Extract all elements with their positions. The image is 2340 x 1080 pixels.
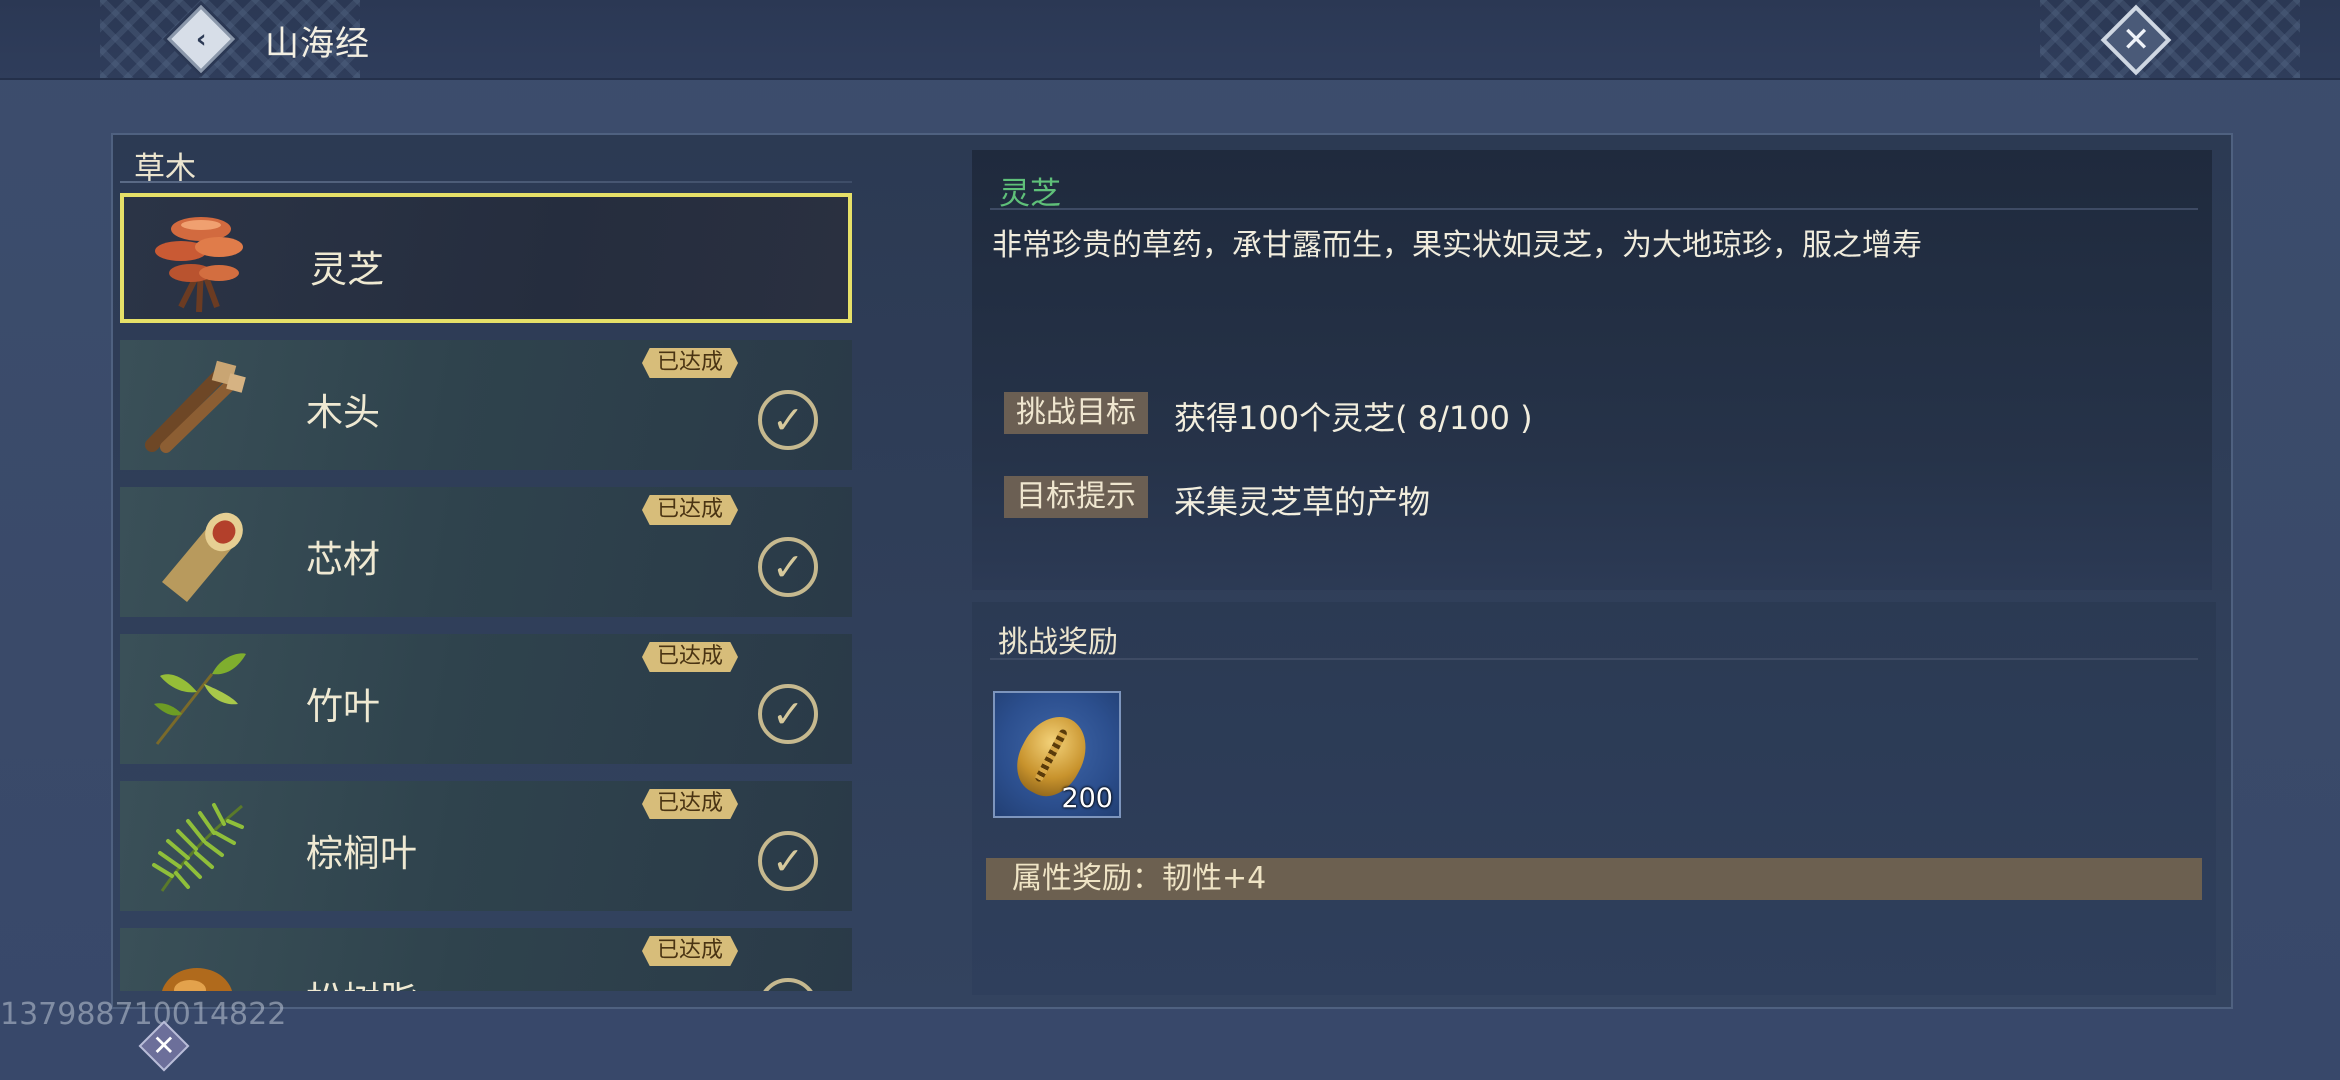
reward-panel bbox=[972, 602, 2216, 995]
pine-resin-icon bbox=[142, 940, 252, 991]
hint-label: 目标提示 bbox=[1004, 476, 1148, 518]
chevron-left-icon: ‹ bbox=[195, 24, 207, 54]
item-name: 松树脂 bbox=[306, 970, 417, 991]
item-name: 芯材 bbox=[306, 538, 380, 581]
completed-badge: 已达成 bbox=[642, 936, 738, 966]
back-button-frame: ‹ bbox=[167, 5, 235, 73]
close-button[interactable]: ✕ bbox=[2100, 4, 2172, 76]
palm-leaf-icon bbox=[142, 793, 252, 899]
list-item-palm-leaf[interactable]: 棕榈叶 已达成 ✓ bbox=[120, 781, 852, 911]
bamboo-leaf-icon bbox=[142, 646, 252, 752]
reward-title: 挑战奖励 bbox=[998, 625, 1118, 660]
detail-title: 灵芝 bbox=[999, 176, 1061, 212]
back-button[interactable]: ‹ bbox=[167, 5, 235, 73]
item-name: 竹叶 bbox=[306, 685, 380, 728]
goal-text: 获得100个灵芝( 8/100 ) bbox=[1174, 399, 1533, 437]
list-item-pine-resin[interactable]: 松树脂 已达成 ✓ bbox=[120, 928, 852, 991]
detail-description: 非常珍贵的草药，承甘露而生，果实状如灵芝，为大地琼珍，服之增寿 bbox=[992, 228, 1922, 263]
checkmark-icon: ✓ bbox=[758, 831, 818, 891]
checkmark-icon: ✓ bbox=[758, 537, 818, 597]
checkmark-icon: ✓ bbox=[758, 978, 818, 991]
list-item-bamboo-leaf[interactable]: 竹叶 已达成 ✓ bbox=[120, 634, 852, 764]
checkmark-icon: ✓ bbox=[758, 390, 818, 450]
bottom-close-button[interactable]: ✕ bbox=[138, 1020, 190, 1072]
list-item-lingzhi[interactable]: 灵芝 bbox=[120, 193, 852, 323]
item-name: 灵芝 bbox=[310, 248, 384, 291]
close-icon: ✕ bbox=[2121, 20, 2151, 60]
item-name: 棕榈叶 bbox=[306, 832, 417, 875]
close-icon: ✕ bbox=[152, 1029, 176, 1062]
item-list[interactable]: 灵芝 木头 已达成 ✓ 芯材 已达成 ✓ 竹叶 已达成 ✓ 棕榈叶 已达成 ✓ … bbox=[120, 193, 854, 991]
page-title: 山海经 bbox=[265, 24, 370, 64]
close-button-frame: ✕ bbox=[2100, 4, 2172, 76]
category-divider bbox=[120, 181, 852, 183]
goal-label: 挑战目标 bbox=[1004, 392, 1148, 434]
reward-item-slot[interactable]: 200 bbox=[993, 691, 1121, 818]
reward-divider bbox=[990, 658, 2198, 660]
completed-badge: 已达成 bbox=[642, 348, 738, 378]
completed-badge: 已达成 bbox=[642, 642, 738, 672]
list-item-wood[interactable]: 木头 已达成 ✓ bbox=[120, 340, 852, 470]
completed-badge: 已达成 bbox=[642, 789, 738, 819]
lingzhi-mushroom-icon bbox=[146, 209, 256, 315]
detail-panel bbox=[972, 150, 2212, 590]
detail-divider bbox=[990, 208, 2198, 210]
item-name: 木头 bbox=[306, 391, 380, 434]
core-wood-icon bbox=[142, 499, 252, 605]
checkmark-icon: ✓ bbox=[758, 684, 818, 744]
reward-quantity: 200 bbox=[1061, 783, 1113, 814]
hint-text: 采集灵芝草的产物 bbox=[1174, 483, 1431, 521]
completed-badge: 已达成 bbox=[642, 495, 738, 525]
attribute-reward: 属性奖励：韧性+4 bbox=[986, 858, 2202, 900]
list-item-core-wood[interactable]: 芯材 已达成 ✓ bbox=[120, 487, 852, 617]
wood-log-icon bbox=[142, 352, 252, 458]
bottom-close-frame: ✕ bbox=[138, 1020, 190, 1072]
